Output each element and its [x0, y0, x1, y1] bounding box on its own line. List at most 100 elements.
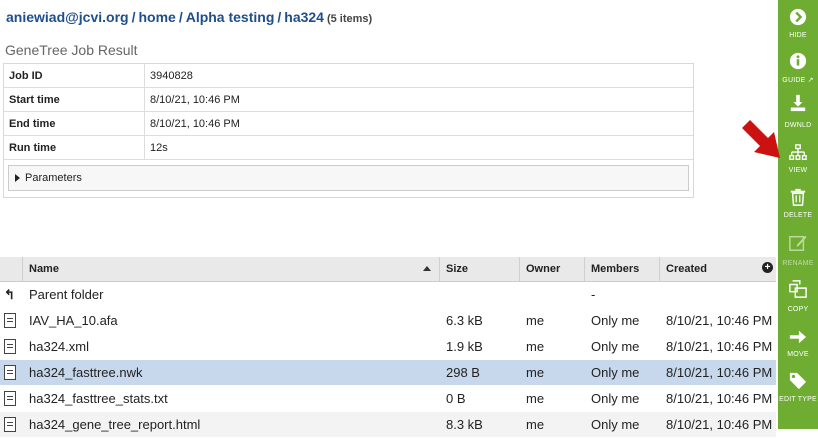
delete-button[interactable]: DELETE [778, 186, 818, 232]
breadcrumb-home[interactable]: home [138, 9, 175, 25]
external-link-icon: ↗ [805, 77, 814, 84]
job-value: 8/10/21, 10:46 PM [144, 111, 693, 136]
file-members: - [591, 287, 596, 302]
file-owner: me [526, 339, 545, 354]
file-created: 8/10/21, 10:46 PM [666, 391, 773, 406]
file-list-header: Name Size Owner Members Created + [0, 257, 776, 282]
job-row: End time 8/10/21, 10:46 PM [4, 111, 693, 136]
file-icon [4, 339, 16, 354]
breadcrumb-current: ha324 [284, 9, 324, 25]
column-header-label: Name [29, 263, 59, 275]
file-size: 0 B [446, 391, 466, 406]
sidebar-label: VIEW [788, 167, 808, 174]
move-button[interactable]: MOVE [778, 326, 818, 372]
job-info-table: Job ID 3940828 Start time 8/10/21, 10:46 P… [4, 64, 693, 160]
tree-icon [789, 144, 807, 160]
file-members: Only me [591, 339, 640, 354]
breadcrumb-separator: / [131, 9, 136, 25]
edit-icon [789, 235, 807, 251]
file-icon [4, 417, 16, 432]
table-row[interactable]: ha324_gene_tree_report.html 8.3 kB me On… [0, 412, 776, 438]
file-created: 8/10/21, 10:46 PM [666, 417, 773, 432]
file-name: ha324_fasttree.nwk [29, 365, 143, 380]
file-size: 6.3 kB [446, 313, 483, 328]
hide-button[interactable]: HIDE [778, 4, 818, 50]
breadcrumb-folder[interactable]: Alpha testing [186, 9, 275, 25]
column-header-members[interactable]: Members [585, 257, 660, 281]
caret-right-icon [15, 174, 20, 182]
file-owner: me [526, 417, 545, 432]
job-value: 8/10/21, 10:46 PM [144, 87, 693, 112]
file-size: 8.3 kB [446, 417, 483, 432]
copy-button[interactable]: COPY [778, 280, 818, 326]
file-name: ha324_fasttree_stats.txt [29, 391, 168, 406]
job-row: Job ID 3940828 [4, 64, 693, 88]
sidebar-label: DELETE [783, 212, 813, 219]
file-name: ha324.xml [29, 339, 89, 354]
file-members: Only me [591, 313, 640, 328]
breadcrumb-separator: / [178, 9, 183, 25]
file-created: 8/10/21, 10:46 PM [666, 365, 773, 380]
breadcrumb-user[interactable]: aniewiad@jcvi.org [6, 9, 129, 25]
file-icon [4, 313, 16, 328]
file-name: Parent folder [29, 287, 104, 302]
guide-button[interactable]: GUIDE ↗ [778, 50, 818, 96]
sort-ascending-icon [423, 266, 431, 271]
job-key: Run time [4, 135, 145, 160]
parameters-toggle[interactable]: Parameters [8, 165, 689, 191]
file-created: 8/10/21, 10:46 PM [666, 313, 773, 328]
file-icon [4, 365, 16, 380]
action-sidebar: HIDE GUIDE ↗ DWNLD VIEW DELETE RENAME CO… [778, 0, 818, 429]
column-header-name[interactable]: Name [23, 257, 440, 281]
column-header-created[interactable]: Created + [660, 257, 776, 281]
tag-icon [789, 372, 807, 390]
file-created: 8/10/21, 10:46 PM [666, 339, 773, 354]
column-header-label: Owner [526, 263, 561, 275]
file-owner: me [526, 313, 545, 328]
edit-type-button[interactable]: EDIT TYPE [778, 370, 818, 416]
job-row: Run time 12s [4, 135, 693, 160]
job-row: Start time 8/10/21, 10:46 PM [4, 87, 693, 112]
info-icon [789, 52, 807, 70]
page-title: GeneTree Job Result [5, 42, 138, 58]
sidebar-label: GUIDE ↗ [782, 77, 814, 84]
file-name: IAV_HA_10.afa [29, 313, 118, 328]
add-column-icon[interactable]: + [762, 262, 773, 273]
job-value: 3940828 [144, 64, 693, 88]
file-members: Only me [591, 391, 640, 406]
chevron-right-circle-icon [789, 8, 807, 26]
arrow-right-icon [789, 330, 807, 344]
column-header-label: Created [666, 263, 707, 275]
job-info-panel: Job ID 3940828 Start time 8/10/21, 10:46 P… [3, 63, 694, 198]
trash-icon [790, 188, 806, 206]
job-key: Start time [4, 87, 145, 112]
annotation-arrow-icon [742, 120, 780, 158]
job-key: Job ID [4, 64, 145, 88]
column-header-label: Size [446, 263, 469, 275]
table-row[interactable]: ha324.xml 1.9 kB me Only me 8/10/21, 10:… [0, 334, 776, 360]
breadcrumb: aniewiad@jcvi.org / home / Alpha testing / ha3… [6, 9, 372, 25]
sidebar-label: HIDE [789, 32, 807, 39]
item-count: (5 items) [326, 13, 373, 25]
parent-folder-row[interactable]: ↰ Parent folder - [0, 282, 776, 308]
file-icon [4, 391, 16, 406]
sidebar-label: MOVE [787, 351, 809, 358]
job-value: 12s [144, 135, 693, 160]
column-header-size[interactable]: Size [440, 257, 520, 281]
file-size: 1.9 kB [446, 339, 483, 354]
sidebar-label: EDIT TYPE [779, 396, 817, 403]
rename-button[interactable]: RENAME [778, 232, 818, 278]
file-size: 298 B [446, 365, 480, 380]
download-icon [790, 94, 806, 112]
sidebar-label: RENAME [782, 260, 814, 267]
table-row[interactable]: ha324_fasttree_stats.txt 0 B me Only me … [0, 386, 776, 412]
file-owner: me [526, 391, 545, 406]
header-icon-column [0, 257, 23, 281]
sidebar-label: COPY [787, 306, 809, 313]
parent-folder-icon: ↰ [4, 286, 15, 302]
table-row[interactable]: IAV_HA_10.afa 6.3 kB me Only me 8/10/21,… [0, 308, 776, 334]
file-name: ha324_gene_tree_report.html [29, 417, 201, 432]
table-row-selected[interactable]: ha324_fasttree.nwk 298 B me Only me 8/10… [0, 360, 776, 386]
file-members: Only me [591, 365, 640, 380]
column-header-owner[interactable]: Owner [520, 257, 585, 281]
